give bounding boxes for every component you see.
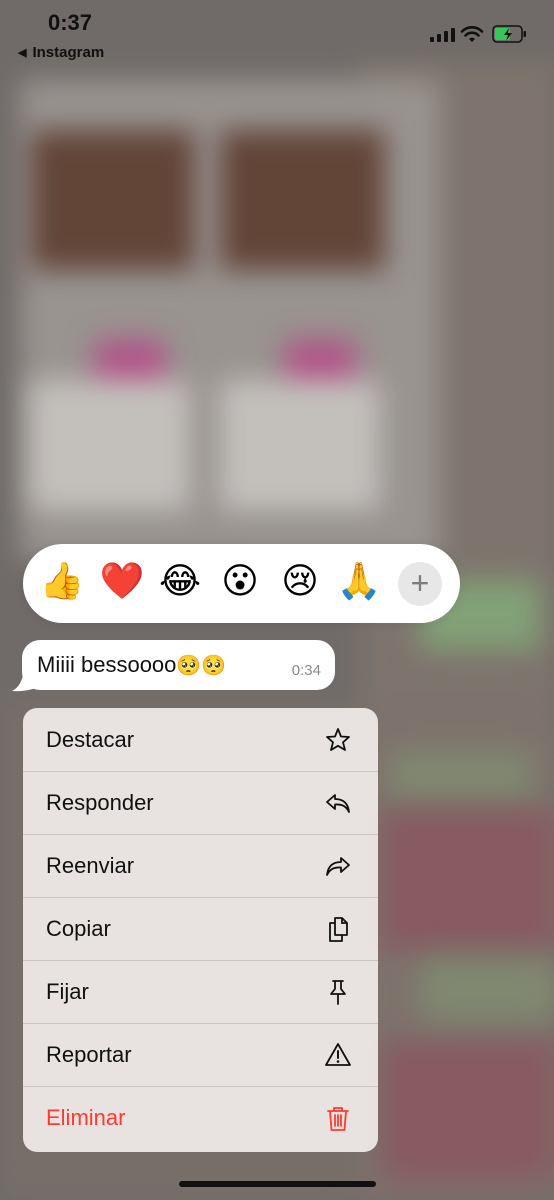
reaction-praying-hands[interactable]: 🙏	[336, 559, 382, 605]
menu-item-label: Destacar	[46, 727, 135, 752]
wifi-icon	[460, 26, 484, 42]
battery-charging-icon	[492, 25, 526, 43]
menu-item-fijar[interactable]: Fijar	[23, 960, 378, 1024]
warning-icon	[325, 1043, 351, 1066]
message-timestamp: 0:34	[291, 662, 321, 679]
message-context-menu: Destacar Responder Reenviar Copiar Fijar…	[23, 708, 378, 1152]
back-to-app-button[interactable]: ◀ Instagram	[18, 44, 104, 61]
pin-icon	[330, 980, 346, 1005]
menu-item-label: Eliminar	[46, 1105, 126, 1130]
menu-item-label: Reenviar	[46, 853, 135, 878]
message-emojis: 🥺🥺	[176, 653, 227, 677]
back-app-label: Instagram	[32, 44, 105, 61]
copy-icon	[329, 917, 348, 942]
more-reactions-button[interactable]: +	[398, 562, 442, 606]
menu-item-responder[interactable]: Responder	[23, 771, 378, 835]
menu-item-copiar[interactable]: Copiar	[23, 897, 378, 961]
menu-item-reenviar[interactable]: Reenviar	[23, 834, 378, 898]
menu-item-reportar[interactable]: Reportar	[23, 1023, 378, 1087]
menu-item-label: Reportar	[46, 1042, 132, 1067]
menu-item-label: Copiar	[46, 916, 111, 941]
back-arrow-icon: ◀	[18, 47, 27, 59]
message-body: Miiii bessoooo	[37, 652, 177, 677]
message-bubble[interactable]: Miiii bessoooo🥺🥺 0:34	[22, 640, 335, 690]
reaction-bar: 👍 ❤️ 😂 😮 😢 🙏 +	[23, 544, 460, 623]
star-icon	[326, 728, 350, 751]
reaction-laughing[interactable]: 😂	[157, 559, 203, 605]
cellular-signal-icon	[430, 28, 455, 42]
message-text: Miiii bessoooo🥺🥺	[37, 652, 226, 678]
menu-item-destacar[interactable]: Destacar	[23, 708, 378, 772]
home-indicator[interactable]	[179, 1181, 376, 1187]
reaction-heart[interactable]: ❤️	[99, 559, 145, 605]
status-bar: 0:37 ◀ Instagram	[0, 0, 554, 70]
forward-icon	[326, 857, 350, 876]
clock: 0:37	[48, 10, 93, 35]
menu-item-label: Fijar	[46, 979, 89, 1004]
reaction-crying[interactable]: 😢	[277, 559, 323, 605]
menu-item-eliminar[interactable]: Eliminar	[23, 1086, 378, 1149]
reaction-surprised[interactable]: 😮	[217, 559, 263, 605]
menu-item-label: Responder	[46, 790, 154, 815]
trash-icon	[327, 1107, 349, 1131]
reply-icon	[326, 794, 350, 813]
reaction-thumbs-up[interactable]: 👍	[39, 559, 85, 605]
